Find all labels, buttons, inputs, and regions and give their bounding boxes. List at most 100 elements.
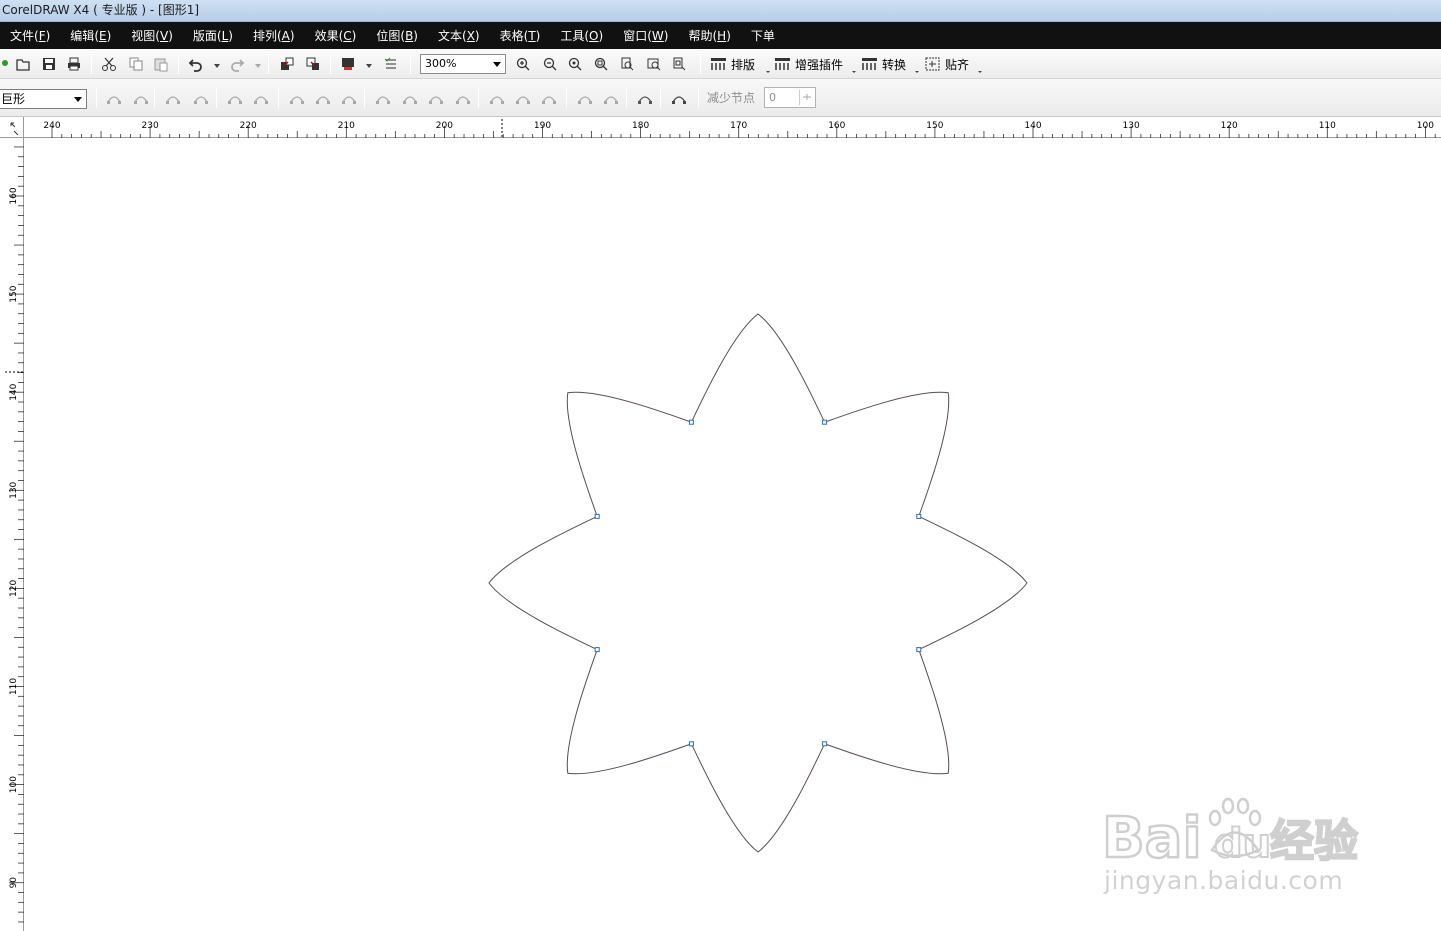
plugins-dropdown-icon[interactable]	[852, 71, 856, 73]
window-title: CorelDRAW X4 ( 专业版 ) - [图形1]	[2, 3, 200, 17]
plugins-button[interactable]: 增强插件	[774, 53, 843, 75]
ruler-origin[interactable]	[0, 117, 24, 138]
menu-item-11[interactable]: 帮助(H)	[682, 23, 736, 49]
rotate-nodes-icon[interactable]	[512, 87, 534, 109]
import-icon[interactable]	[276, 53, 298, 75]
menu-item-1[interactable]: 编辑(E)	[64, 23, 117, 49]
shape-type-select[interactable]: 巨形	[0, 89, 87, 109]
auto-close-icon[interactable]	[452, 87, 474, 109]
layout-button[interactable]: 排版	[710, 53, 755, 75]
redo-icon[interactable]	[226, 53, 248, 75]
convert-dropdown-icon[interactable]	[915, 71, 919, 73]
zoom-selected-icon[interactable]	[564, 53, 586, 75]
convert-button[interactable]: 转换	[861, 53, 906, 75]
make-smooth-icon[interactable]	[312, 87, 334, 109]
reverse-direction-icon[interactable]	[372, 87, 394, 109]
reflect-vertical-icon[interactable]	[600, 87, 622, 109]
print-icon[interactable]	[63, 53, 85, 75]
undo-dropdown-icon[interactable]	[214, 64, 220, 68]
export-icon[interactable]	[302, 53, 324, 75]
convert-label: 转换	[882, 57, 907, 72]
spinner-icon[interactable]	[799, 90, 813, 105]
make-cusp-icon[interactable]	[286, 87, 308, 109]
delete-node-icon[interactable]	[130, 87, 152, 109]
menu-item-2[interactable]: 视图(V)	[125, 23, 179, 49]
menu-item-0[interactable]: 文件(F)	[4, 23, 56, 49]
menu-item-4[interactable]: 排列(A)	[247, 23, 301, 49]
toolbar-separator	[660, 88, 661, 108]
menu-accelerator: (C)	[338, 28, 357, 43]
select-all-nodes-icon[interactable]	[668, 87, 690, 109]
join-nodes-icon[interactable]	[162, 87, 184, 109]
zoom-level-combo[interactable]: 300%	[420, 54, 506, 74]
open-icon[interactable]	[12, 53, 34, 75]
to-curve-icon[interactable]	[250, 87, 272, 109]
elastic-mode-icon[interactable]	[634, 87, 656, 109]
layout-dropdown-icon[interactable]	[766, 71, 770, 73]
welcome-screen-icon[interactable]	[380, 53, 402, 75]
undo-icon[interactable]	[185, 53, 207, 75]
zoom-page-icon[interactable]	[616, 53, 638, 75]
align-nodes-icon[interactable]	[538, 87, 560, 109]
application-launcher-icon[interactable]	[337, 53, 359, 75]
zoom-page-width-icon[interactable]	[643, 53, 665, 75]
add-node-icon[interactable]	[103, 87, 125, 109]
ruler-label: 150	[9, 285, 19, 302]
curve-node[interactable]	[916, 513, 922, 519]
vertical-ruler[interactable]: 160 150 140 130 120 110 100 90	[0, 138, 24, 931]
cut-icon[interactable]	[98, 53, 120, 75]
menu-item-6[interactable]: 位图(B)	[370, 23, 424, 49]
curve-node[interactable]	[594, 513, 600, 519]
zoom-page-height-icon[interactable]	[668, 53, 690, 75]
stretch-nodes-icon[interactable]	[486, 87, 508, 109]
ruler-label: 130	[1123, 121, 1140, 131]
menu-item-8[interactable]: 表格(T)	[494, 23, 547, 49]
horizontal-ruler[interactable]: 240 230 220 210 200 190 180 170 160 150 140 130 120 1…	[24, 117, 1441, 138]
menu-item-7[interactable]: 文本(X)	[432, 23, 486, 49]
menu-item-12[interactable]: 下单	[745, 23, 781, 49]
copy-icon[interactable]	[125, 53, 147, 75]
curve-node[interactable]	[594, 647, 600, 653]
ruler-label: 200	[436, 121, 453, 131]
paste-icon[interactable]	[150, 53, 172, 75]
curve-node[interactable]	[688, 419, 694, 425]
ruler-label: 210	[338, 121, 355, 131]
curve-node[interactable]	[688, 741, 694, 747]
menu-accelerator: (A)	[276, 28, 295, 43]
extend-curve-icon[interactable]	[399, 87, 421, 109]
reduce-nodes-input[interactable]: 0	[764, 87, 816, 108]
menu-accelerator: (O)	[584, 28, 604, 43]
plugins-label: 增强插件	[795, 57, 844, 72]
star-outline[interactable]	[488, 313, 1028, 853]
ruler-label: 240	[43, 121, 60, 131]
toolbar-separator	[91, 54, 92, 74]
make-symmetrical-icon[interactable]	[338, 87, 360, 109]
curve-node[interactable]	[822, 741, 828, 747]
menu-item-9[interactable]: 工具(O)	[554, 23, 609, 49]
reflect-horizontal-icon[interactable]	[574, 87, 596, 109]
save-icon[interactable]	[38, 53, 60, 75]
menu-item-10[interactable]: 窗口(W)	[617, 23, 674, 49]
break-curve-icon[interactable]	[190, 87, 212, 109]
toolbar-separator	[698, 88, 699, 108]
zoom-in-icon[interactable]	[512, 53, 534, 75]
zoom-out-icon[interactable]	[539, 53, 561, 75]
menu-item-3[interactable]: 版面(L)	[187, 23, 239, 49]
ruler-label: 150	[926, 121, 943, 131]
menu-item-5[interactable]: 效果(C)	[309, 23, 363, 49]
extract-subpath-icon[interactable]	[425, 87, 447, 109]
snap-dropdown-icon[interactable]	[978, 71, 982, 73]
launcher-dropdown-icon[interactable]	[366, 64, 372, 68]
menu-accelerator: (X)	[462, 28, 480, 43]
curve-node[interactable]	[822, 419, 828, 425]
toolbar-separator	[154, 88, 155, 108]
redo-dropdown-icon[interactable]	[255, 64, 261, 68]
toolbar-separator	[268, 54, 269, 74]
menu-accelerator: (V)	[155, 28, 173, 43]
svg-text:经验: 经验	[1270, 816, 1358, 867]
toolbar-separator	[278, 88, 279, 108]
snap-button[interactable]: 贴齐	[924, 53, 969, 75]
to-line-icon[interactable]	[224, 87, 246, 109]
zoom-all-objects-icon[interactable]	[590, 53, 612, 75]
curve-node[interactable]	[916, 647, 922, 653]
